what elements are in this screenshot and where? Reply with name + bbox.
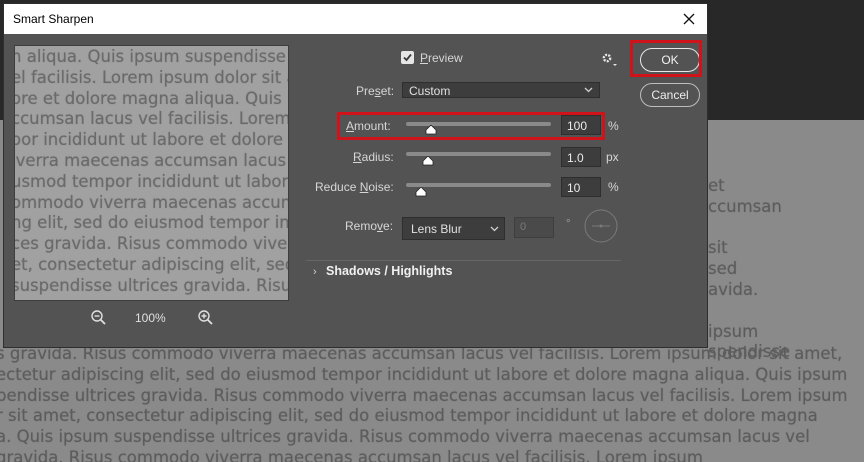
close-icon: [683, 13, 695, 25]
preview-text-line: oor incididunt ut labore et dolore m: [14, 130, 289, 150]
reduce-noise-input[interactable]: 10: [561, 177, 601, 197]
canvas-text-main: s gravida. Risus commodo viverra maecena…: [0, 344, 848, 462]
preview-checkbox[interactable]: [401, 51, 414, 64]
canvas-text-line: [708, 218, 790, 239]
canvas-text-right: et ccumsan sit sed avida. ipsum spendisse: [708, 176, 790, 363]
preview-text-line: et, consectetur adipiscing elit, sed do: [15, 254, 288, 274]
preview-text-line: usmod tempor incididunt ut labore: [14, 171, 289, 191]
preview-text-line: n aliqua. Quis ipsum suspendisse ult: [14, 47, 289, 66]
amount-highlight-box: [337, 112, 605, 140]
canvas-text-line: pendisse ultrices gravida. Risus commodo…: [0, 385, 848, 405]
canvas-text-line: ipsum: [708, 321, 759, 341]
preview-text-line: ommodo viverra maecenas accumsa: [14, 192, 289, 212]
remove-dropdown[interactable]: Lens Blur: [402, 217, 505, 240]
preview-text-line: ccumsan lacus vel facilisis. Lorem ip: [14, 109, 289, 129]
shadows-highlights-toggle[interactable]: Shadows / Highlights: [326, 264, 452, 278]
reduce-noise-label: Reduce Noise:: [315, 180, 394, 194]
preset-value: Custom: [409, 84, 451, 98]
chevron-right-icon[interactable]: ›: [313, 266, 317, 278]
preset-label: Preset:: [356, 84, 395, 98]
chevron-down-icon: [584, 87, 593, 93]
zoom-out-icon[interactable]: [90, 309, 108, 327]
canvas-text-line: sit: [708, 238, 728, 258]
angle-input: 0: [514, 217, 554, 238]
gear-icon[interactable]: [600, 51, 620, 67]
smart-sharpen-dialog: Smart Sharpen n aliqua. Quis ipsum suspe…: [3, 3, 708, 348]
radius-unit: px: [606, 150, 619, 164]
canvas-text-line: ectetur adipiscing elit, sed do eiusmod …: [0, 364, 848, 384]
reduce-noise-slider-track[interactable]: [406, 183, 551, 187]
radius-slider-thumb[interactable]: [422, 156, 434, 166]
reduce-noise-slider-thumb[interactable]: [415, 187, 427, 197]
zoom-in-icon[interactable]: [197, 309, 215, 327]
angle-dial-icon: [584, 209, 618, 243]
zoom-level: 100%: [135, 311, 166, 325]
preview-text-line: ore et dolore magna aliqua. Quis ip: [14, 88, 289, 108]
preview-text-line: ces gravida. Risus commodo viverra: [14, 234, 289, 254]
chevron-down-icon: [490, 226, 499, 232]
preview-text-line: suspendisse ultrices gravida. Risus: [14, 275, 289, 295]
close-button[interactable]: [671, 4, 707, 34]
preview-text-line: ng elit, sed do eiusmod tempor incid: [14, 213, 289, 233]
degree-unit: °: [566, 218, 571, 230]
preview-image-text: n aliqua. Quis ipsum suspendisse ult el f…: [14, 47, 289, 297]
remove-label: Remove:: [345, 219, 394, 233]
preview-text-line: iverra maecenas accumsan lacus vel fa: [14, 150, 288, 170]
preview-label: Preview: [420, 51, 463, 65]
dialog-titlebar: Smart Sharpen: [4, 4, 707, 34]
reduce-noise-unit: %: [608, 180, 619, 194]
amount-unit: %: [608, 119, 619, 133]
canvas-text-line: ccumsan: [708, 196, 782, 216]
preset-dropdown[interactable]: Custom: [402, 82, 600, 98]
radius-label: Radius:: [353, 150, 394, 164]
canvas-text-line: a. Quis ipsum suspendisse ultrices gravi…: [0, 427, 810, 447]
canvas-text-line: et: [708, 176, 725, 195]
preview-text-line: el facilisis. Lorem ipsum dolor sit am: [14, 67, 289, 87]
preview-pane[interactable]: n aliqua. Quis ipsum suspendisse ult el f…: [14, 45, 289, 301]
canvas-text-line: [708, 301, 790, 322]
canvas-text-line: r sit amet, consectetur adipiscing elit,…: [0, 406, 818, 426]
cancel-button[interactable]: Cancel: [640, 83, 700, 107]
dialog-title: Smart Sharpen: [13, 12, 94, 26]
radius-input[interactable]: 1.0: [561, 147, 601, 167]
canvas-text-line: gravida. Risus commodo viverra maecenas …: [0, 447, 703, 462]
canvas-text-line: sed: [708, 259, 738, 279]
canvas-text-line: avida.: [708, 279, 759, 299]
remove-value: Lens Blur: [411, 222, 462, 236]
section-divider: [306, 260, 621, 261]
ok-highlight-box: [630, 40, 702, 77]
checkmark-icon: [403, 53, 412, 62]
